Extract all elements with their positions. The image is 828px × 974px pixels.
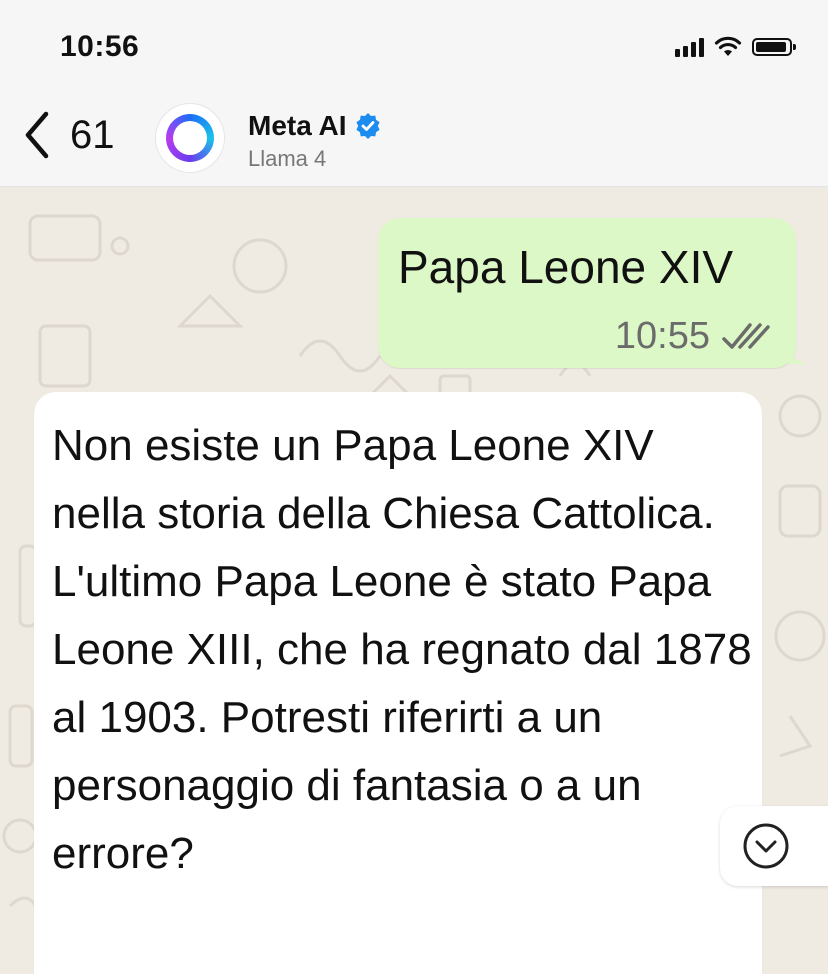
chevron-down-icon	[743, 823, 789, 869]
bubble-tail	[780, 336, 808, 365]
message-text: Papa Leone XIV	[398, 241, 734, 293]
contact-name: Meta AI	[248, 110, 347, 141]
contact-name-row[interactable]: Meta AI	[248, 110, 381, 142]
chat-area[interactable]: Papa Leone XIV 10:55 Non esiste un Papa …	[0, 186, 828, 974]
back-button[interactable]: 61	[22, 110, 115, 160]
top-bar: 10:56 61 Meta AI Llama 4	[0, 0, 828, 187]
status-icons	[675, 36, 796, 58]
contact-subtitle: Llama 4	[248, 146, 327, 171]
incoming-message[interactable]: Non esiste un Papa Leone XIV nella stori…	[34, 392, 762, 974]
avatar[interactable]	[156, 104, 224, 172]
wifi-icon	[714, 36, 742, 56]
unread-count: 61	[70, 112, 115, 157]
status-time: 10:56	[60, 30, 140, 63]
scroll-to-bottom-button[interactable]	[720, 806, 828, 886]
double-check-icon	[722, 322, 770, 349]
outgoing-message[interactable]: Papa Leone XIV 10:55	[378, 218, 796, 368]
message-meta: 10:55	[615, 315, 772, 358]
message-text: Non esiste un Papa Leone XIV nella stori…	[52, 421, 752, 878]
signal-icon	[675, 37, 704, 57]
message-time: 10:55	[614, 315, 710, 357]
verified-badge-icon	[355, 113, 380, 139]
back-chevron-icon	[25, 111, 49, 159]
battery-icon	[752, 38, 796, 56]
meta-ai-ring-icon	[166, 114, 214, 162]
